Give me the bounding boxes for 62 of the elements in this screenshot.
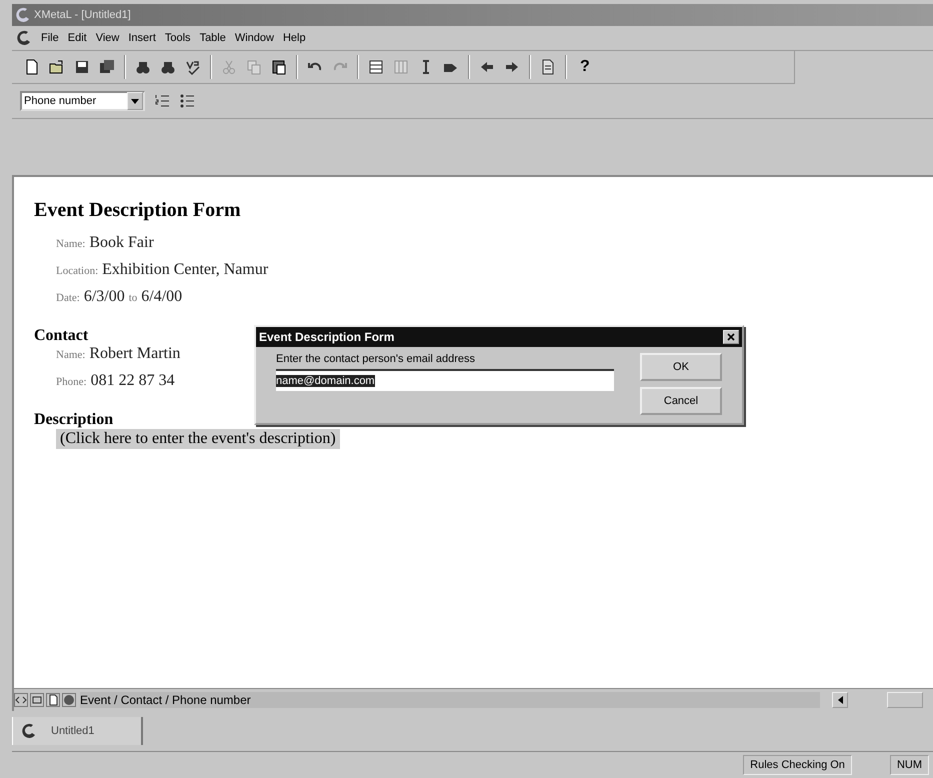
app-logo-icon <box>21 723 37 739</box>
field-label: Location: <box>56 265 98 277</box>
close-button[interactable] <box>723 330 739 344</box>
paste-icon[interactable] <box>271 59 287 75</box>
ok-button[interactable]: OK <box>640 353 722 381</box>
field-label: Date: <box>56 292 80 304</box>
cancel-button[interactable]: Cancel <box>640 387 722 415</box>
section-heading: Contact <box>34 327 88 345</box>
normal-view-icon[interactable] <box>30 693 44 707</box>
element-path: Event / Contact / Phone number <box>80 692 820 708</box>
page-view-icon[interactable] <box>46 693 60 707</box>
menu-item[interactable]: Tools <box>164 32 191 44</box>
save-icon[interactable] <box>74 59 90 75</box>
back-arrow-icon[interactable] <box>479 59 495 75</box>
status-pane: NUM <box>890 755 929 775</box>
field-label: to <box>128 292 138 304</box>
caret-icon <box>131 98 139 104</box>
field-value[interactable]: Exhibition Center, Namur <box>102 261 268 279</box>
document-icon[interactable] <box>540 59 556 75</box>
bulleted-list-icon[interactable] <box>179 93 195 109</box>
numbered-list-icon[interactable] <box>154 93 170 109</box>
document-logo-icon <box>16 30 32 46</box>
menu-item[interactable]: Table <box>200 32 226 44</box>
field-value[interactable]: Book Fair <box>89 234 154 252</box>
binoculars-icon[interactable] <box>135 59 151 75</box>
scrollbar-thumb[interactable] <box>887 692 923 708</box>
table-icon[interactable] <box>368 59 384 75</box>
open-folder-icon[interactable] <box>49 59 65 75</box>
tags-view-icon[interactable] <box>14 693 28 707</box>
email-input[interactable]: name@domain.com <box>276 369 614 391</box>
forward-arrow-icon[interactable] <box>504 59 520 75</box>
description-placeholder[interactable]: (Click here to enter the event's description) <box>56 429 340 449</box>
scroll-left-button[interactable] <box>832 692 848 708</box>
field-label: Name: <box>56 238 86 250</box>
field-value[interactable]: 081 22 87 34 <box>90 372 175 390</box>
app-logo-icon <box>15 7 31 23</box>
field-label: Phone: <box>56 376 87 388</box>
menu-item[interactable]: Edit <box>68 32 87 44</box>
close-icon <box>727 333 735 341</box>
dialog-title: Event Description Form <box>259 330 394 344</box>
left-arrow-icon <box>838 696 842 704</box>
binoculars-icon[interactable] <box>160 59 176 75</box>
status-pane: Rules Checking On <box>743 755 852 775</box>
section-heading: Description <box>34 411 114 429</box>
menu-item[interactable]: Help <box>282 32 306 44</box>
field-value[interactable]: 6/4/00 <box>141 288 182 306</box>
document-tab[interactable]: Untitled1 <box>12 717 143 745</box>
menu-item[interactable]: File <box>41 32 59 44</box>
save-all-icon[interactable] <box>99 59 115 75</box>
form-title: Event Description Form <box>34 199 241 222</box>
dialog-prompt: Enter the contact person's email address <box>276 353 476 365</box>
menu-item[interactable]: View <box>96 32 120 44</box>
field-label: Name: <box>56 349 86 361</box>
menu-item[interactable]: Window <box>234 32 274 44</box>
window-title: XMetaL - [Untitled1] <box>34 9 131 21</box>
field-value[interactable]: Robert Martin <box>89 345 180 363</box>
new-file-icon[interactable] <box>24 59 40 75</box>
element-dropdown[interactable]: Phone number <box>20 91 145 111</box>
spellcheck-icon[interactable] <box>185 59 201 75</box>
menu-item[interactable]: Insert <box>128 32 156 44</box>
field-value[interactable]: 6/3/00 <box>84 288 125 306</box>
help-button[interactable]: ? <box>576 58 594 76</box>
